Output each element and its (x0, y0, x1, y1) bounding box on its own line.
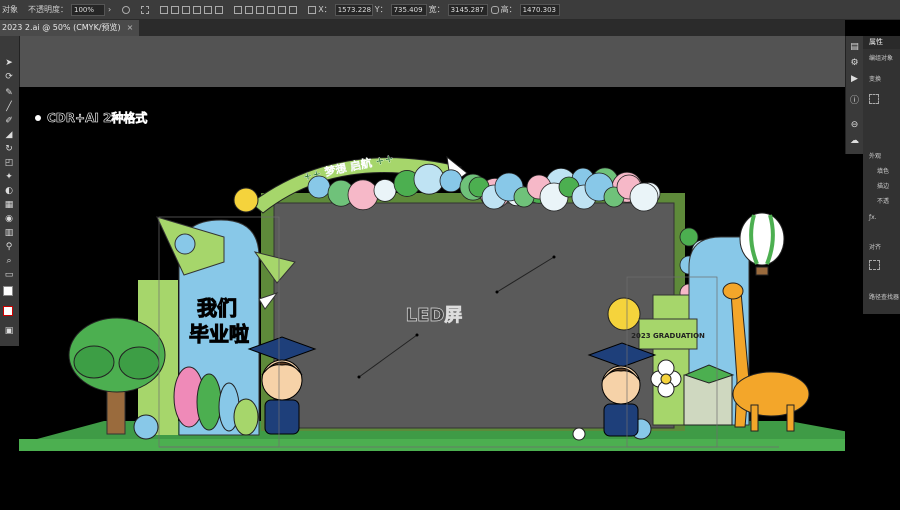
title-line-1: 我们 (197, 296, 237, 320)
stage-front[interactable] (19, 439, 887, 451)
properties-icon[interactable]: ⚙ (849, 58, 860, 68)
screen-mode-icon[interactable]: ▣ (3, 326, 15, 336)
y-field[interactable]: 735.409 (390, 3, 427, 16)
gradient-tool-icon[interactable]: ▦ (3, 200, 15, 210)
lasso-tool-icon[interactable]: ⟳ (3, 72, 15, 82)
balloon[interactable] (307, 175, 331, 199)
close-tab-icon[interactable]: × (127, 23, 134, 32)
rotate-tool-icon[interactable]: ↻ (3, 144, 15, 154)
group-object-label: 编组对象 (869, 55, 894, 62)
graph-tool-icon[interactable]: ▥ (3, 228, 15, 238)
eraser-tool-icon[interactable]: ◢ (3, 130, 15, 140)
align-top-icon[interactable] (193, 5, 202, 14)
canvas[interactable]: CDR+AI 2种格式 LED屏 我们 毕业啦 ++ 梦想 启航 ++ 2023… (19, 87, 887, 506)
align-center-icon[interactable] (171, 5, 180, 14)
link-icon[interactable] (490, 5, 499, 14)
width-label: 宽： (428, 5, 445, 14)
artwork-svg: CDR+AI 2种格式 LED屏 我们 毕业啦 ++ 梦想 启航 ++ 2023… (19, 110, 887, 451)
left-graduate[interactable] (264, 399, 300, 435)
distribute-bottom-icon[interactable] (256, 5, 265, 14)
balloon[interactable] (439, 169, 463, 193)
graduation-sign-text: 2023 GRADUATION (631, 332, 705, 340)
scale-tool-icon[interactable]: ◰ (3, 158, 15, 168)
transform-label: 变换 (869, 76, 882, 83)
paintbrush-tool-icon[interactable]: ✐ (3, 116, 15, 126)
fill-label[interactable]: 填色 (877, 166, 889, 175)
line-tool-icon[interactable]: ╱ (3, 102, 15, 112)
puppet-warp-tool-icon[interactable]: ✦ (3, 172, 15, 182)
distribute-left-icon[interactable] (267, 5, 276, 14)
right-graduate[interactable] (603, 403, 639, 437)
hot-air-balloon[interactable] (739, 212, 785, 266)
balloon[interactable] (629, 182, 659, 212)
reference-point-icon[interactable] (308, 5, 317, 14)
fill-stroke-icon[interactable] (3, 286, 15, 300)
info-icon[interactable]: ⓘ (849, 96, 860, 106)
sun-flower[interactable] (233, 187, 259, 213)
height-label: 高： (500, 5, 517, 14)
led-screen-label: LED屏 (406, 305, 463, 326)
properties-tab[interactable]: 属性 (863, 36, 900, 49)
reference-point-icon[interactable] (869, 94, 879, 104)
document-tab-title: 2023 2.ai @ 50% (CMYK/预览) (2, 23, 121, 32)
recolor-icon[interactable] (122, 5, 131, 14)
align-to-icon[interactable] (869, 260, 880, 270)
width-field[interactable]: 3145.287 (447, 3, 488, 16)
pasteboard (19, 36, 845, 87)
x-field[interactable]: 1573.228 (334, 3, 373, 16)
shape-builder-tool-icon[interactable]: ◐ (3, 186, 15, 196)
eyedropper-tool-icon[interactable]: ⚲ (3, 242, 15, 252)
tools-panel: ➤ ⟳ ✎ ╱ ✐ ◢ ↻ ◰ ✦ ◐ ▦ ◉ ▥ ⚲ ⌕ ▭ ▣ (0, 36, 20, 346)
pen-tool-icon[interactable]: ✎ (3, 88, 15, 98)
control-bar: 对象 不透明度： 100% › X： 1573.228 Y： 735.409 宽… (0, 0, 900, 20)
align-right-icon[interactable] (182, 5, 191, 14)
none-swatch-icon[interactable] (3, 306, 15, 316)
document-tab[interactable]: 2023 2.ai @ 50% (CMYK/预览) × (0, 20, 140, 36)
distribute-right-icon[interactable] (289, 5, 298, 14)
x-label: X： (318, 5, 332, 14)
y-label: Y： (374, 5, 388, 14)
balloon[interactable] (413, 163, 445, 195)
play-icon[interactable]: ▶ (849, 74, 860, 84)
height-field[interactable]: 1470.303 (519, 3, 560, 16)
title-line-2: 毕业啦 (189, 322, 249, 346)
opacity-label: 不透明度： (28, 5, 68, 14)
note-bullet-icon (35, 115, 41, 121)
distribute-top-icon[interactable] (234, 5, 243, 14)
properties-panel: 属性 编组对象 变换 外观 填色 描边 不透 ƒx. 对齐 路径查找器 (863, 36, 900, 314)
format-note: CDR+AI 2种格式 (47, 110, 147, 125)
align-bottom-icon[interactable] (215, 5, 224, 14)
object-type-label: 对象 (2, 5, 18, 14)
chevron-right-icon[interactable]: › (108, 5, 111, 14)
artboard-tool-icon[interactable]: ▭ (3, 270, 15, 280)
blend-tool-icon[interactable]: ◉ (3, 214, 15, 224)
selection-tool-icon[interactable]: ➤ (3, 58, 15, 68)
align-label: 对齐 (869, 244, 882, 251)
stroke-label[interactable]: 描边 (877, 181, 889, 190)
opacity-field[interactable]: 100% (71, 3, 105, 16)
panel-icon-strip: ▤ ⚙ ▶ ⓘ ⊖ ☁ (845, 36, 863, 154)
zoom-tool-icon[interactable]: ⌕ (3, 256, 15, 266)
appearance-label: 外观 (869, 153, 882, 160)
effects-icon[interactable]: ƒx. (869, 214, 877, 221)
right-sun[interactable] (607, 297, 641, 331)
select-similar-icon[interactable] (141, 5, 150, 14)
opacity-label-panel[interactable]: 不透 (877, 196, 889, 205)
layers-icon[interactable]: ▤ (849, 42, 860, 52)
align-left-icon[interactable] (160, 5, 169, 14)
document-tab-bar: 2023 2.ai @ 50% (CMYK/预览) × (0, 20, 845, 36)
balloon[interactable] (347, 179, 379, 211)
distribute-middle-icon[interactable] (245, 5, 254, 14)
pathfinder-label: 路径查找器 (869, 294, 900, 301)
balloon[interactable] (373, 179, 397, 202)
distribute-center-icon[interactable] (278, 5, 287, 14)
links-icon[interactable]: ⊖ (849, 120, 860, 130)
align-middle-icon[interactable] (204, 5, 213, 14)
cc-libraries-icon[interactable]: ☁ (849, 136, 860, 146)
